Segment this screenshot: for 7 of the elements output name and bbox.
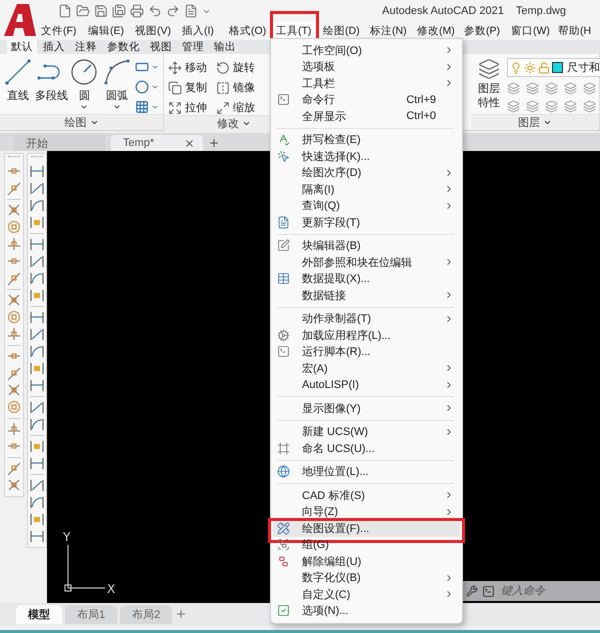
panel-title: 图层 <box>518 116 540 130</box>
app-title: Autodesk AutoCAD 2021 <box>382 5 504 17</box>
axis-label: X <box>107 582 116 596</box>
file-title: Temp.dwg <box>516 5 566 17</box>
axis-label: Y <box>63 530 70 544</box>
panel-title: 绘图 <box>64 116 86 130</box>
panel-title: 修改 <box>217 117 239 131</box>
